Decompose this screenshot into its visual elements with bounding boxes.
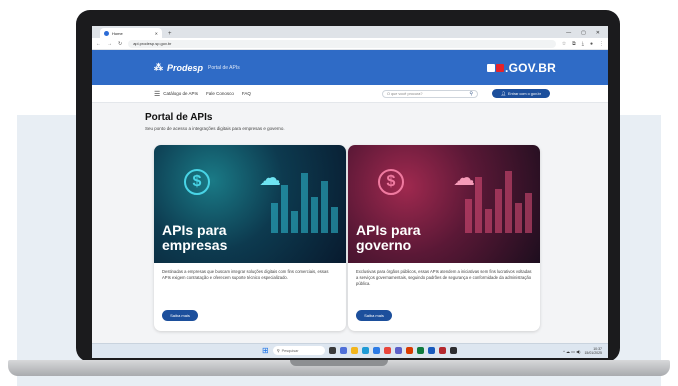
card-body: Exclusivas para órgãos públicos, essas A… [348, 263, 540, 293]
windows-taskbar: ⊞ ⚲ Pesquisar ^ ☁ ▭ ◀) 10:37 15/01/2025 [92, 343, 608, 358]
brand-subtitle: Portal de APIs [208, 64, 240, 71]
tab-title: Home [112, 30, 123, 36]
profile-icon[interactable]: ● [590, 41, 593, 47]
search-placeholder: O que você procura? [387, 91, 423, 96]
saiba-mais-button[interactable]: Saiba mais [356, 310, 392, 321]
card-hero-image: $ ☁ APIs para governo [348, 145, 540, 263]
brand-name: Prodesp [167, 62, 204, 73]
tray-icons[interactable]: ^ ☁ ▭ ◀) [563, 349, 580, 354]
windows-start-icon[interactable]: ⊞ [262, 346, 269, 355]
saiba-mais-button[interactable]: Saiba mais [162, 310, 198, 321]
gov-square-red-icon [496, 63, 505, 72]
card-title: APIs para governo [356, 222, 421, 253]
login-govbr-button[interactable]: 👤︎ Entrar com o gov.br [492, 89, 550, 98]
skyline-graphic [271, 173, 338, 233]
window-controls: — ▢ ✕ [566, 30, 608, 36]
hamburger-menu-icon[interactable]: ☰ [154, 90, 160, 98]
favicon-icon [104, 30, 109, 36]
card-description: Destinadas a empresas que buscam integra… [162, 269, 329, 280]
cloud-icon: ☁ [259, 165, 281, 190]
page-title: Portal de APIs [145, 112, 213, 123]
gov-br-text: .GOV.BR [505, 60, 556, 75]
excel-icon[interactable] [416, 347, 424, 354]
skyline-graphic [465, 171, 532, 233]
url-field[interactable]: api.prodesp.sp.gov.br [128, 39, 556, 48]
gov-square-icon [487, 63, 496, 72]
search-input[interactable]: O que você procura? ⚲ [382, 89, 478, 98]
card-description: Exclusivas para órgãos públicos, essas A… [356, 269, 532, 286]
download-icon[interactable]: ⤓ [582, 41, 584, 47]
button-label: Saiba mais [170, 313, 190, 318]
menu-icon[interactable]: ⋮ [599, 41, 604, 47]
app-icon[interactable] [438, 347, 446, 354]
new-tab-button[interactable]: + [168, 31, 172, 37]
nav-catalog-link[interactable]: Catálogo de APIs [163, 91, 198, 96]
task-view-icon[interactable] [328, 347, 336, 354]
gov-br-logo[interactable]: .GOV.BR [487, 61, 556, 75]
card-empresas: $ ☁ APIs para empresas Destinadas a empr… [154, 145, 346, 331]
main-nav: ☰ Catálogo de APIs Fale Conosco FAQ O qu… [92, 85, 608, 103]
forward-icon[interactable]: → [107, 41, 112, 47]
reload-icon[interactable]: ↻ [118, 41, 122, 47]
word-icon[interactable] [427, 347, 435, 354]
card-hero-image: $ ☁ APIs para empresas [154, 145, 346, 263]
address-bar: ← → ↻ api.prodesp.sp.gov.br ☆ ⧉ ⤓ ● ⋮ [92, 38, 608, 50]
search-icon[interactable]: ⚲ [469, 91, 473, 97]
clock-date: 15/01/2025 [584, 351, 602, 355]
laptop-screen: Home ✕ + — ▢ ✕ ← → ↻ api.prodesp.sp.gov.… [92, 26, 608, 358]
laptop-notch [290, 360, 388, 366]
button-label: Saiba mais [364, 313, 384, 318]
url-text: api.prodesp.sp.gov.br [133, 41, 172, 46]
dollar-icon: $ [184, 169, 210, 195]
tab-close-icon[interactable]: ✕ [155, 31, 158, 36]
store-icon[interactable] [372, 347, 380, 354]
page-subtitle: Seu ponto de acesso a integrações digita… [145, 126, 285, 131]
dollar-icon: $ [378, 169, 404, 195]
back-icon[interactable]: ← [96, 41, 101, 47]
card-governo: $ ☁ APIs para governo Exclusivas para ór… [348, 145, 540, 331]
clock[interactable]: 10:37 15/01/2025 [584, 347, 602, 355]
main-content: Portal de APIs Seu ponto de acesso a int… [92, 103, 608, 343]
browser-tab-bar: Home ✕ + — ▢ ✕ [92, 26, 608, 38]
scene: Home ✕ + — ▢ ✕ ← → ↻ api.prodesp.sp.gov.… [0, 0, 678, 386]
terminal-icon[interactable] [449, 347, 457, 354]
prodesp-mark-icon: ⁂ [154, 62, 163, 72]
edge-icon[interactable] [361, 347, 369, 354]
bookmark-icon[interactable]: ☆ [562, 41, 566, 47]
taskbar-apps: ⊞ ⚲ Pesquisar [262, 346, 457, 355]
search-icon: ⚲ [276, 348, 280, 353]
nav-faq-link[interactable]: FAQ [242, 91, 251, 96]
taskbar-search[interactable]: ⚲ Pesquisar [272, 346, 325, 355]
file-explorer-icon[interactable] [350, 347, 358, 354]
maximize-button[interactable]: ▢ [581, 30, 586, 36]
powerpoint-icon[interactable] [405, 347, 413, 354]
teams-icon[interactable] [394, 347, 402, 354]
site-header: ⁂ Prodesp Portal de APIs .GOV.BR [92, 50, 608, 85]
card-body: Destinadas a empresas que buscam integra… [154, 263, 346, 287]
taskbar-search-label: Pesquisar [281, 348, 299, 353]
login-label: Entrar com o gov.br [508, 91, 542, 96]
extensions-icon[interactable]: ⧉ [572, 41, 576, 47]
nav-contact-link[interactable]: Fale Conosco [206, 91, 234, 96]
close-window-button[interactable]: ✕ [596, 30, 600, 36]
browser-tab[interactable]: Home ✕ [100, 28, 162, 38]
cloud-icon: ☁ [453, 165, 475, 190]
minimize-button[interactable]: — [566, 30, 571, 36]
system-tray: ^ ☁ ▭ ◀) 10:37 15/01/2025 [563, 347, 602, 355]
chrome-icon[interactable] [383, 347, 391, 354]
card-title: APIs para empresas [162, 222, 228, 253]
user-icon: 👤︎ [500, 91, 506, 96]
widgets-icon[interactable] [339, 347, 347, 354]
prodesp-logo[interactable]: ⁂ Prodesp [154, 62, 203, 73]
